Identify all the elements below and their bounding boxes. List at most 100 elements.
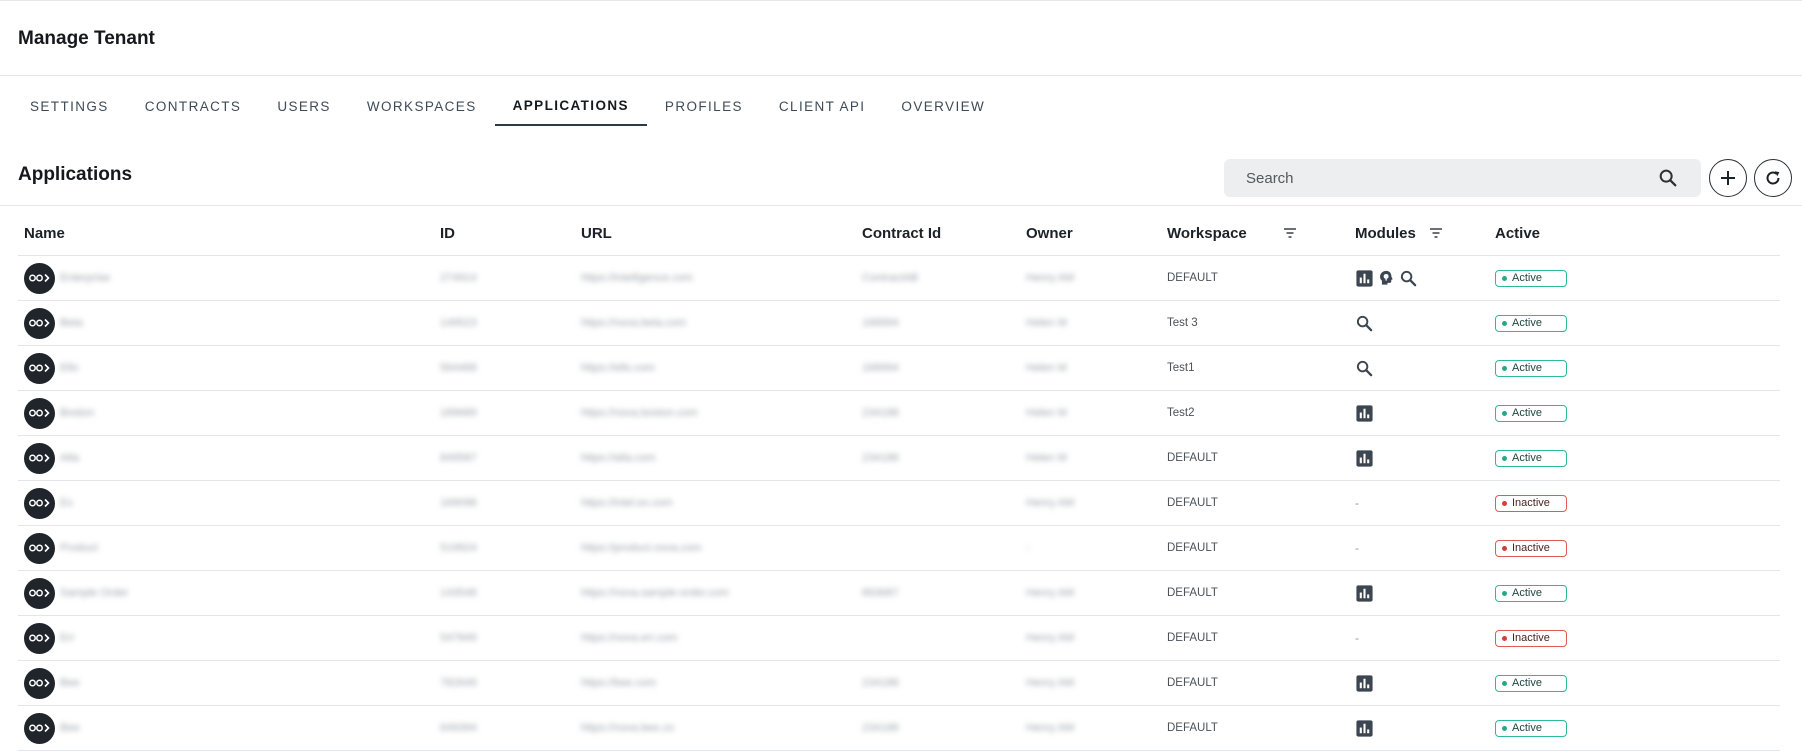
url-cell: https://intelligence.com <box>581 256 693 300</box>
modules-cell <box>1355 301 1374 345</box>
app-name[interactable]: Sample Order <box>60 587 128 599</box>
app-name[interactable]: Ex <box>60 497 73 509</box>
column-header-url[interactable]: URL <box>581 211 612 255</box>
app-url[interactable]: https://nova.sample-order.com <box>581 587 729 599</box>
workspace-name: Test2 <box>1167 407 1195 419</box>
app-url[interactable]: https://nova.err.com <box>581 632 678 644</box>
app-url[interactable]: https://bee.com <box>581 677 656 689</box>
active-cell: Inactive <box>1495 616 1567 660</box>
app-url[interactable]: https://ello.com <box>581 362 655 374</box>
table-row[interactable]: Product 519924 https://product.nova.com - DE… <box>18 526 1780 571</box>
app-url[interactable]: https://product.nova.com <box>581 542 701 554</box>
module-icons <box>1355 404 1374 423</box>
app-name[interactable]: Enterprise <box>60 272 110 284</box>
search-icon <box>1356 360 1373 376</box>
module-icons <box>1355 359 1374 378</box>
workspace-name: Test 3 <box>1167 317 1198 329</box>
app-id: 169098 <box>440 497 477 509</box>
url-cell: https://nova.bee.co <box>581 706 674 750</box>
app-url[interactable]: https://nova.boston.com <box>581 407 698 419</box>
app-name[interactable]: Product <box>60 542 98 554</box>
column-header-modules[interactable]: Modules <box>1355 211 1416 255</box>
column-header-contract-id[interactable]: Contract Id <box>862 211 941 255</box>
tab-settings[interactable]: SETTINGS <box>12 86 127 126</box>
app-url[interactable]: https://atla.com <box>581 452 656 464</box>
name-cell: Beta <box>24 301 83 345</box>
workspace-cell: DEFAULT <box>1167 436 1218 480</box>
contract-id: 234188 <box>862 452 899 464</box>
column-header-owner[interactable]: Owner <box>1026 211 1073 255</box>
status-dot <box>1502 680 1507 686</box>
name-cell: Ex <box>24 481 73 525</box>
app-id: 143548 <box>440 587 477 599</box>
owner-name: Henry AM <box>1026 677 1075 689</box>
search-input[interactable] <box>1246 169 1657 187</box>
table-row[interactable]: Boston 189689 https://nova.boston.com 23418… <box>18 391 1780 436</box>
status-badge: Active <box>1495 584 1567 602</box>
table-row[interactable]: Bee 649394 https://nova.bee.co 234188 Henry … <box>18 706 1780 751</box>
table-row[interactable]: Ello 564468 https://ello.com 168994 Helen M T… <box>18 346 1780 391</box>
app-id: 189689 <box>440 407 477 419</box>
filter-icon <box>1430 228 1442 238</box>
active-cell: Active <box>1495 436 1567 480</box>
tab-overview[interactable]: OVERVIEW <box>883 86 1003 126</box>
url-cell: https://atla.com <box>581 436 656 480</box>
add-application-button[interactable] <box>1709 159 1747 197</box>
workspace-filter-button[interactable] <box>1283 211 1297 255</box>
table-top-divider <box>0 205 1802 206</box>
app-name[interactable]: Ello <box>60 362 78 374</box>
table-row[interactable]: Sample Order 143548 https://nova.sample-or… <box>18 571 1780 616</box>
owner-cell: - <box>1026 526 1030 570</box>
app-name[interactable]: Bee <box>60 722 80 734</box>
app-name[interactable]: Atla <box>60 452 79 464</box>
owner-name: Helen M <box>1026 317 1067 329</box>
url-cell: https://nova.beta.com <box>581 301 686 345</box>
column-header-name[interactable]: Name <box>24 211 65 255</box>
table-row[interactable]: Beta 149523 https://nova.beta.com 168994 Hel… <box>18 301 1780 346</box>
tab-client-api[interactable]: CLIENT API <box>761 86 884 126</box>
app-url[interactable]: https://nova.bee.co <box>581 722 674 734</box>
status-label: Inactive <box>1512 632 1550 644</box>
id-cell: 564468 <box>440 346 477 390</box>
name-cell: Sample Order <box>24 571 128 615</box>
modules-cell: - <box>1355 481 1359 525</box>
app-logo-icon <box>24 352 55 384</box>
status-label: Active <box>1512 452 1542 464</box>
tab-contracts[interactable]: CONTRACTS <box>127 86 260 126</box>
status-badge: Active <box>1495 359 1567 377</box>
column-header-workspace[interactable]: Workspace <box>1167 211 1247 255</box>
owner-name: Henry AM <box>1026 272 1075 284</box>
id-cell: 169098 <box>440 481 477 525</box>
applications-table: Name ID URL Contract Id Owner Workspace … <box>18 211 1780 751</box>
contract-cell: 168994 <box>862 346 899 390</box>
contract-id: 234188 <box>862 722 899 734</box>
app-name[interactable]: Err <box>60 632 75 644</box>
active-cell: Active <box>1495 256 1567 300</box>
app-url[interactable]: https://intelligence.com <box>581 272 693 284</box>
page-title: Manage Tenant <box>18 28 155 49</box>
table-row[interactable]: Atla 849587 https://atla.com 234188 Helen M D… <box>18 436 1780 481</box>
app-name[interactable]: Beta <box>60 317 83 329</box>
status-badge: Inactive <box>1495 539 1567 557</box>
tab-applications[interactable]: APPLICATIONS <box>494 86 647 126</box>
table-row[interactable]: Ex 169098 https://intel.ex.com Henry AM DEFA… <box>18 481 1780 526</box>
tab-profiles[interactable]: PROFILES <box>647 86 761 126</box>
tab-users[interactable]: USERS <box>259 86 349 126</box>
contract-id: ContractAB <box>862 272 919 284</box>
app-url[interactable]: https://intel.ex.com <box>581 497 673 509</box>
column-header-id[interactable]: ID <box>440 211 455 255</box>
app-name[interactable]: Boston <box>60 407 94 419</box>
modules-filter-button[interactable] <box>1429 211 1443 255</box>
app-url[interactable]: https://nova.beta.com <box>581 317 686 329</box>
search-icon[interactable] <box>1657 167 1679 189</box>
column-header-active[interactable]: Active <box>1495 211 1540 255</box>
table-row[interactable]: Enterprise 274914 https://intelligence.com… <box>18 256 1780 301</box>
tab-workspaces[interactable]: WORKSPACES <box>349 86 495 126</box>
status-dot <box>1502 365 1507 371</box>
workspace-cell: Test1 <box>1167 346 1195 390</box>
table-row[interactable]: Err 547849 https://nova.err.com Henry AM DEF… <box>18 616 1780 661</box>
app-name[interactable]: Bee <box>60 677 80 689</box>
app-logo-icon <box>24 487 55 519</box>
table-row[interactable]: Bee 782649 https://bee.com 234188 Henry AM DE… <box>18 661 1780 706</box>
refresh-button[interactable] <box>1754 159 1792 197</box>
